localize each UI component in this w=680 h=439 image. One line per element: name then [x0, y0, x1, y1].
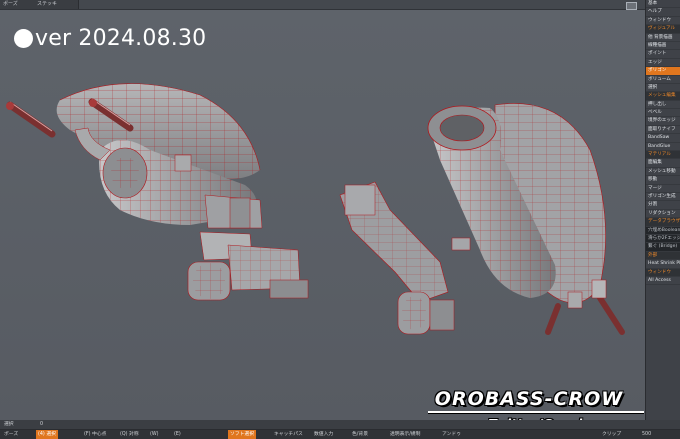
top-menu-bar: ポーズ ステッキ	[0, 0, 645, 10]
toolbar-button[interactable]: 透明表示/規制	[388, 430, 422, 439]
middle-mesh-bracket	[339, 181, 471, 335]
panel-item: 外部	[646, 251, 680, 261]
panel-item[interactable]: Heat Shrink Plus	[646, 260, 680, 269]
panel-item[interactable]: 境界のエッジ	[646, 117, 680, 126]
panel-item[interactable]: ポイント	[646, 50, 680, 59]
panel-item[interactable]: 移動	[646, 176, 680, 185]
version-label: ver 2024.08.30	[14, 26, 206, 51]
toolbar-button[interactable]: ソフト選択	[228, 430, 256, 439]
panel-item[interactable]: ポリゴン	[646, 67, 680, 76]
toolbar-button[interactable]: ポーズ	[2, 430, 20, 439]
panel-item[interactable]: マージ	[646, 185, 680, 193]
panel-item[interactable]: エッジ	[646, 59, 680, 68]
toolbar-button[interactable]: 数値入力	[312, 430, 335, 439]
panel-item: マテリアル	[646, 151, 680, 160]
toolbar-button[interactable]: クリップ	[600, 430, 623, 439]
panel-item[interactable]: リダクション	[646, 210, 680, 219]
panel-item[interactable]: 面編集	[646, 159, 680, 168]
view-mode-icon[interactable]	[626, 2, 637, 10]
panel-item[interactable]: 穴埋めBoolean	[646, 226, 680, 235]
toolbar-button[interactable]: (W)	[148, 430, 161, 439]
panel-item[interactable]: 滑らか2Fエッジ	[646, 234, 680, 244]
panel-item[interactable]: 面取りナイフ	[646, 126, 680, 135]
toolbar-button[interactable]: アンドゥ	[440, 430, 463, 439]
command-panel: 基本 ヘルプ ウィンドウ ヴィジュアル他 背景描画 線種描画 ポイント エッジ ポリゴン ボリュ…	[645, 0, 680, 426]
right-mesh-thrusters	[427, 103, 625, 335]
panel-item: ヴィジュアル	[646, 25, 680, 34]
toolbar-button[interactable]: (4) 選択	[36, 430, 58, 439]
panel-item[interactable]: 基本	[646, 0, 680, 9]
toolbar-row: ポーズ (4) 選択 (F) 中心点 (Q) 対称 (W) (E) ソフト選択 キャッチパス数…	[0, 430, 680, 439]
bottom-status-bar: 選択 0 ポーズ (4) 選択 (F) 中心点 (Q) 対称 (W) (E) ソフト選択 キャッ…	[0, 420, 680, 439]
toolbar-button[interactable]: (E)	[172, 430, 183, 439]
watermark-divider	[428, 411, 644, 413]
status-field: 選択	[4, 422, 14, 427]
panel-item[interactable]: 他 背景描画	[646, 34, 680, 42]
panel-item[interactable]: 繋ぐ (Bridge)	[646, 243, 680, 252]
panel-item[interactable]: 選択	[646, 84, 680, 93]
panel-item[interactable]: ボリューム	[646, 76, 680, 84]
mesh-canvas[interactable]	[0, 10, 645, 420]
panel-item[interactable]: ヘルプ	[646, 8, 680, 17]
3d-viewport[interactable]: ver 2024.08.30 OROBASS-CROW Twitter/@oro…	[0, 10, 645, 431]
panel-item: データブラウザ	[646, 218, 680, 227]
panel-item[interactable]: 押し出し	[646, 101, 680, 110]
menu-sticky[interactable]: ステッキ	[34, 0, 79, 9]
panel-item[interactable]: BandGlue	[646, 143, 680, 152]
panel-item[interactable]: All Access	[646, 277, 680, 286]
panel-item: メッシュ編集	[646, 92, 680, 101]
panel-item[interactable]: BandSaw	[646, 134, 680, 143]
panel-item[interactable]: メッシュ移動	[646, 168, 680, 177]
panel-item[interactable]: ポリゴン生成	[646, 193, 680, 202]
toolbar-button[interactable]: キャッチパス	[272, 430, 305, 439]
toolbar-button[interactable]: (F) 中心点	[82, 430, 108, 439]
status-field: 0	[40, 422, 44, 427]
left-mesh-assembly	[6, 83, 309, 301]
bullet-circle-icon	[14, 29, 33, 48]
toolbar-button[interactable]: (Q) 対称	[118, 430, 141, 439]
panel-item[interactable]: 分割	[646, 201, 680, 210]
menu-pose[interactable]: ポーズ	[0, 0, 35, 9]
panel-item[interactable]: 線種描画	[646, 42, 680, 51]
watermark-brand: OROBASS-CROW	[434, 388, 624, 410]
version-text: ver 2024.08.30	[35, 26, 207, 51]
status-row: 選択 0	[0, 420, 680, 430]
panel-item: ウィンドウ	[646, 268, 680, 277]
toolbar-button[interactable]: 500	[640, 430, 653, 439]
toolbar-button[interactable]: 色/背景	[350, 430, 370, 439]
panel-item[interactable]: ウィンドウ	[646, 17, 680, 26]
panel-item[interactable]: べベル	[646, 109, 680, 118]
